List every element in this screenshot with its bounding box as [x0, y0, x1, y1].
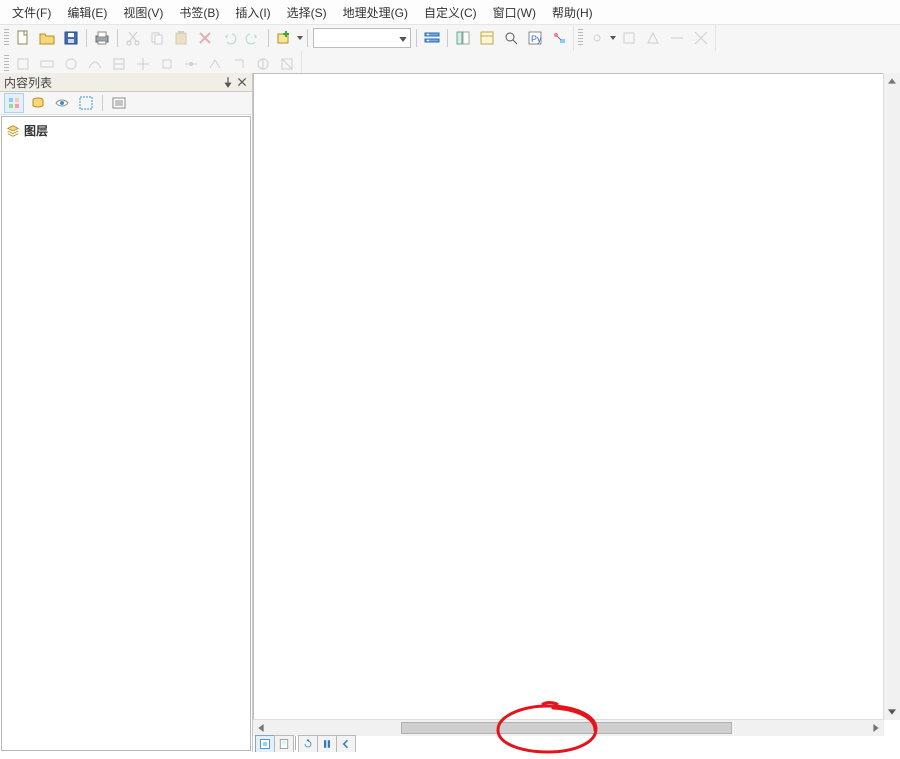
toc-title-bar[interactable]: 内容列表	[0, 73, 252, 92]
save-button[interactable]	[60, 27, 82, 49]
menu-edit[interactable]: 编辑(E)	[61, 3, 113, 22]
open-button[interactable]	[36, 27, 58, 49]
toc-by-visibility-button[interactable]	[52, 93, 72, 113]
toc-tree[interactable]: 图层	[1, 116, 251, 751]
toc-by-drawing-button[interactable]	[4, 93, 24, 113]
map-canvas[interactable]	[253, 73, 884, 720]
toolbar-grip[interactable]	[578, 29, 583, 47]
catalog-window-button[interactable]	[476, 27, 498, 49]
search-window-button[interactable]	[500, 27, 522, 49]
toolbar-row-1: Py	[0, 25, 900, 78]
delete-button[interactable]	[194, 27, 216, 49]
snap-vertex-button[interactable]	[642, 27, 664, 49]
toc-title-label: 内容列表	[4, 74, 52, 91]
menu-file[interactable]: 文件(F)	[6, 3, 57, 22]
toc-root-layers[interactable]: 图层	[4, 121, 248, 140]
toc-pin-icon[interactable]	[222, 76, 234, 88]
scroll-right-icon[interactable]	[868, 724, 884, 732]
menu-window[interactable]: 窗口(W)	[487, 3, 542, 22]
print-button[interactable]	[91, 27, 113, 49]
toolbar-grip[interactable]	[4, 55, 9, 73]
vertical-scrollbar[interactable]	[883, 73, 900, 720]
scale-combo[interactable]	[313, 28, 411, 48]
fx10-button[interactable]	[228, 53, 250, 75]
menu-bar: 文件(F) 编辑(E) 视图(V) 书签(B) 插入(I) 选择(S) 地理处理…	[0, 0, 900, 25]
pause-drawing-button[interactable]	[317, 735, 337, 752]
view-tab-separator	[295, 736, 296, 750]
copy-button[interactable]	[146, 27, 168, 49]
toc-window-button[interactable]	[452, 27, 474, 49]
modelbuilder-button[interactable]	[548, 27, 570, 49]
menu-selection[interactable]: 选择(S)	[281, 3, 333, 22]
add-data-dropdown[interactable]	[296, 26, 304, 50]
fx9-button[interactable]	[204, 53, 226, 75]
fx2-button[interactable]	[36, 53, 58, 75]
snap-edge-button[interactable]	[666, 27, 688, 49]
scroll-thumb[interactable]	[401, 722, 732, 734]
python-window-button[interactable]: Py	[524, 27, 546, 49]
menu-insert[interactable]: 插入(I)	[229, 3, 276, 22]
workspace: 内容列表	[0, 73, 900, 752]
map-area	[253, 73, 900, 752]
refresh-view-button[interactable]	[298, 735, 318, 752]
toolbar-standard: Py	[0, 25, 574, 51]
scroll-up-icon[interactable]	[884, 73, 900, 89]
undo-button[interactable]	[218, 27, 240, 49]
fx5-button[interactable]	[108, 53, 130, 75]
view-tabs	[253, 734, 357, 752]
scroll-down-icon[interactable]	[884, 704, 900, 720]
scroll-left-icon[interactable]	[253, 724, 269, 732]
toc-by-source-button[interactable]	[28, 93, 48, 113]
data-view-tab[interactable]	[255, 735, 275, 752]
snap-intersect-button[interactable]	[690, 27, 712, 49]
fx1-button[interactable]	[12, 53, 34, 75]
view-prev-button[interactable]	[336, 735, 356, 752]
fx12-button[interactable]	[276, 53, 298, 75]
editor-toolbar-button[interactable]	[421, 27, 443, 49]
toc-toolbar	[0, 92, 252, 115]
menu-geoproc[interactable]: 地理处理(G)	[337, 3, 414, 22]
snap-end-button[interactable]	[618, 27, 640, 49]
toc-options-button[interactable]	[109, 93, 129, 113]
menu-bookmarks[interactable]: 书签(B)	[173, 3, 225, 22]
toc-panel: 内容列表	[0, 73, 253, 752]
paste-button[interactable]	[170, 27, 192, 49]
fx3-button[interactable]	[60, 53, 82, 75]
menu-view[interactable]: 视图(V)	[117, 3, 169, 22]
toc-close-icon[interactable]	[236, 76, 248, 88]
toc-by-selection-button[interactable]	[76, 93, 96, 113]
toolbar-snapping	[574, 25, 716, 51]
layers-icon	[6, 124, 20, 138]
fx7-button[interactable]	[156, 53, 178, 75]
fx4-button[interactable]	[84, 53, 106, 75]
snap-point-button[interactable]	[586, 27, 608, 49]
fx8-button[interactable]	[180, 53, 202, 75]
layout-view-tab[interactable]	[274, 735, 294, 752]
snap-dropdown[interactable]	[609, 26, 617, 50]
redo-button[interactable]	[242, 27, 264, 49]
new-button[interactable]	[12, 27, 34, 49]
svg-text:Py: Py	[531, 34, 542, 44]
fx11-button[interactable]	[252, 53, 274, 75]
toc-root-label: 图层	[24, 122, 48, 139]
add-data-button[interactable]	[273, 27, 295, 49]
menu-customize[interactable]: 自定义(C)	[418, 3, 483, 22]
menu-help[interactable]: 帮助(H)	[546, 3, 599, 22]
fx6-button[interactable]	[132, 53, 154, 75]
toolbar-grip[interactable]	[4, 29, 9, 47]
cut-button[interactable]	[122, 27, 144, 49]
